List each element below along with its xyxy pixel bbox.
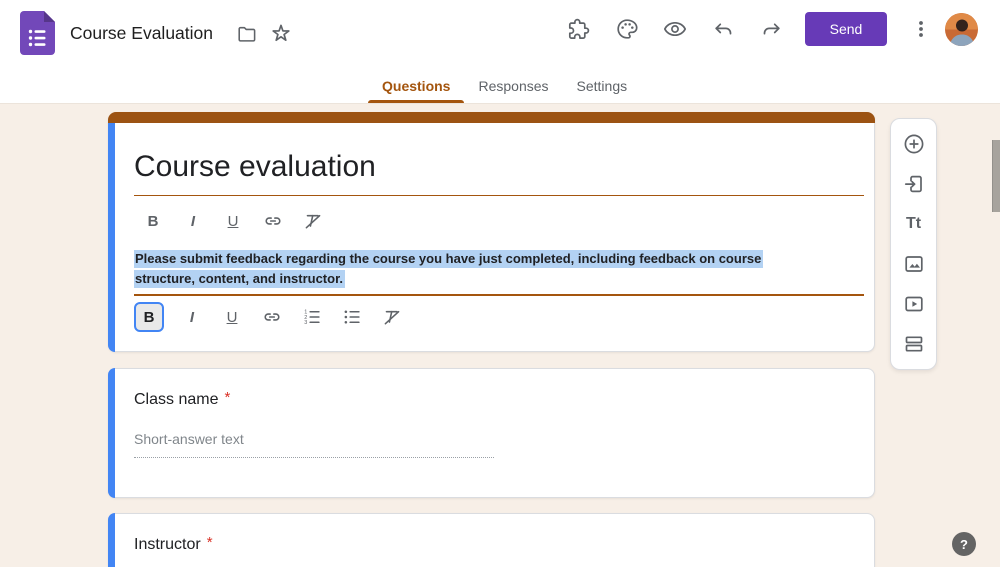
clear-formatting-icon[interactable] [301, 209, 325, 233]
undo-icon[interactable] [712, 17, 736, 41]
italic-button[interactable]: I [180, 305, 204, 329]
help-button[interactable]: ? [952, 532, 976, 556]
more-options-icon[interactable] [909, 17, 933, 41]
form-title-input[interactable]: Course evaluation [134, 124, 864, 196]
google-forms-editor: Course Evaluation [0, 0, 1000, 567]
add-video-icon[interactable] [902, 292, 926, 316]
send-button[interactable]: Send [805, 12, 887, 46]
vertical-scrollbar-thumb[interactable] [992, 140, 1000, 212]
question-card-instructor[interactable]: Instructor* [108, 513, 875, 567]
extensions-icon[interactable] [566, 17, 590, 41]
required-asterisk: * [207, 534, 213, 551]
preview-eye-icon[interactable] [663, 17, 687, 41]
add-title-and-description-icon[interactable]: Tt [902, 212, 926, 236]
account-avatar[interactable] [945, 13, 978, 46]
short-answer-placeholder: Short-answer text [134, 431, 494, 458]
required-asterisk: * [224, 389, 230, 406]
selected-text[interactable]: structure, content, and instructor. [134, 270, 345, 288]
bold-button[interactable]: B [141, 209, 165, 233]
insert-link-icon[interactable] [260, 305, 284, 329]
star-icon[interactable] [269, 21, 293, 45]
italic-button[interactable]: I [181, 209, 205, 233]
question-card-class-name[interactable]: Class name* Short-answer text [108, 368, 875, 498]
insert-link-icon[interactable] [261, 209, 285, 233]
title-format-toolbar: B I U [141, 209, 864, 233]
bold-button-active[interactable]: B [134, 302, 164, 332]
move-to-folder-icon[interactable] [235, 22, 259, 46]
selected-indicator-bar [108, 123, 115, 352]
underline-button[interactable]: U [221, 209, 245, 233]
bulleted-list-icon[interactable] [340, 305, 364, 329]
clear-formatting-icon[interactable] [380, 305, 404, 329]
svg-text:3: 3 [304, 320, 307, 326]
document-title[interactable]: Course Evaluation [70, 23, 213, 44]
tab-settings[interactable]: Settings [563, 69, 642, 103]
redo-icon[interactable] [759, 17, 783, 41]
add-question-icon[interactable] [902, 132, 926, 156]
selected-text[interactable]: Please submit feedback regarding the cou… [134, 250, 763, 268]
theme-color-bar [108, 112, 875, 123]
add-image-icon[interactable] [902, 252, 926, 276]
numbered-list-icon[interactable]: 1 2 3 [300, 305, 324, 329]
question-accent-bar [108, 368, 115, 498]
underline-button[interactable]: U [220, 305, 244, 329]
tab-bar: Questions Responses Settings [368, 69, 641, 103]
form-header-card[interactable]: Course evaluation B I U Please submit f [108, 112, 875, 352]
description-format-toolbar: B I U 1 2 3 [134, 302, 864, 332]
question-accent-bar [108, 513, 115, 567]
customize-theme-palette-icon[interactable] [615, 17, 639, 41]
forms-logo-icon[interactable] [20, 11, 55, 55]
insert-toolbar: Tt [890, 118, 937, 370]
question-label[interactable]: Class name* [134, 391, 230, 409]
tab-responses[interactable]: Responses [464, 69, 562, 103]
top-bar: Course Evaluation [0, 0, 1000, 104]
question-label[interactable]: Instructor* [134, 536, 213, 554]
add-section-icon[interactable] [902, 332, 926, 356]
form-description-input[interactable]: Please submit feedback regarding the cou… [134, 249, 864, 296]
import-questions-icon[interactable] [902, 172, 926, 196]
tab-questions[interactable]: Questions [368, 69, 464, 103]
